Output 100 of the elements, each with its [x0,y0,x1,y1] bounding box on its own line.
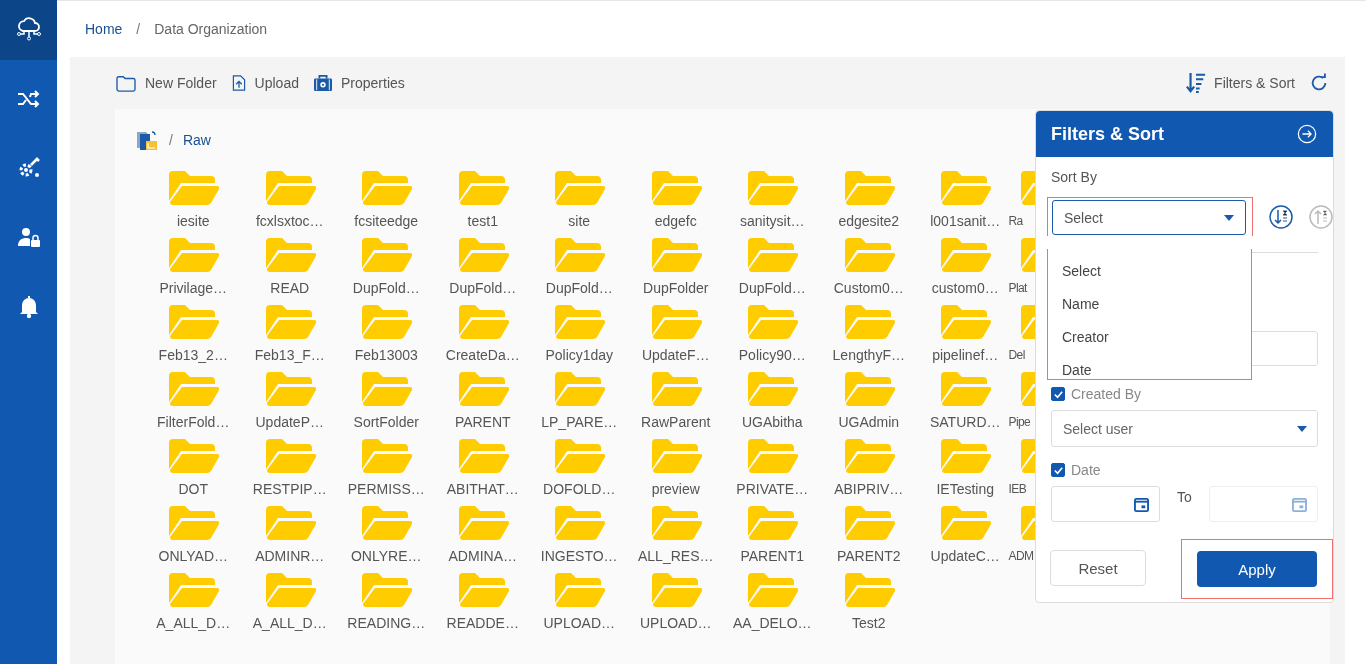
folder-name[interactable]: UPLOAD… [639,615,712,631]
folder-name[interactable]: READDE… [446,615,519,631]
folder-name[interactable]: Test2 [852,615,886,631]
folder-name[interactable]: Feb13_2… [158,347,228,363]
breadcrumb-link[interactable]: Home [85,21,123,37]
collapse-panel-button[interactable] [1297,124,1317,144]
folder-name[interactable]: pipelinef… [932,347,999,363]
folder-name[interactable]: DOT [178,481,209,497]
folder-name[interactable]: Privilage… [159,280,228,296]
folder-name[interactable]: DupFold… [352,280,420,296]
folder-name[interactable]: ONLYRE… [350,548,422,564]
folder-icon [265,372,316,408]
folder-name[interactable]: edgesite2 [838,213,900,229]
dropdown-option[interactable]: Date [1048,354,1251,387]
folder-icon [941,506,992,542]
dropdown-option[interactable]: Select [1048,255,1251,288]
folder-name[interactable]: PARENT1 [740,548,804,564]
filters-sort-button[interactable]: Filters & Sort [1186,72,1295,94]
folder-name[interactable]: DupFold… [545,280,613,296]
folder-icon [651,171,702,207]
apply-button[interactable]: Apply [1197,551,1317,587]
folder-icon [265,171,316,207]
folder-icon [458,506,509,542]
folder-name[interactable]: preview [651,481,700,497]
folder-name[interactable]: UGAdmin [838,414,900,430]
checkbox[interactable] [1051,463,1065,477]
folder-name[interactable]: LP_PARE… [541,414,618,430]
folder-name[interactable]: ADMINA… [448,548,517,564]
folder-name[interactable]: ABIPRIV… [834,481,904,497]
folder-name[interactable]: ADM [1008,549,1034,563]
folder-name[interactable]: DupFolder [643,280,709,296]
folder-name[interactable]: Ra [1008,214,1023,228]
folder-icon [555,238,606,274]
user-select[interactable]: Select user [1051,410,1318,447]
folder-name[interactable]: site [568,213,591,229]
toolbar-button[interactable]: Upload [230,74,299,92]
folder-name[interactable]: UPLOAD… [543,615,616,631]
folder-icon [555,372,606,408]
folder-name[interactable]: Plat [1008,281,1027,295]
folder-name[interactable]: UGAbitha [741,414,803,430]
folder-name[interactable]: fcsiteedge [354,213,419,229]
folder-name[interactable]: RawParent [641,414,711,430]
folder-name[interactable]: FilterFold… [157,414,230,430]
folder-name[interactable]: iesite [176,213,210,229]
folder-name[interactable]: Feb13003 [354,347,418,363]
folder-name[interactable]: ADMINR… [255,548,325,564]
folder-name[interactable]: ALL_RES… [638,548,714,564]
sort-descending-button[interactable] [1269,204,1293,229]
folder-name[interactable]: A_ALL_D… [252,615,327,631]
folder-name[interactable]: UpdateF… [641,347,710,363]
date-from-field[interactable] [1051,486,1160,522]
folder-name[interactable]: DupFold… [449,280,517,296]
toolbar-button[interactable]: Properties [312,74,405,92]
dropdown-option[interactable]: Name [1048,288,1251,321]
folder-name[interactable]: Policy90… [738,347,806,363]
folder-name[interactable]: fcxlsxtoc… [255,213,324,229]
folder-name[interactable]: Del [1008,348,1025,362]
folder-name[interactable]: Pipe [1008,415,1031,429]
folder-name[interactable]: READ [270,280,310,296]
folder-name[interactable]: PRIVATE… [736,481,809,497]
folder-icon [844,171,895,207]
sort-by-select[interactable]: Select [1052,200,1246,235]
folder-name[interactable]: A_ALL_D… [156,615,231,631]
folder-icon [362,238,413,274]
folder-name[interactable]: UpdateC… [930,548,1000,564]
folder-name[interactable]: AA_DELO… [732,615,812,631]
folder-name[interactable]: custom0… [931,280,999,296]
folder-name[interactable]: ONLYAD… [158,548,228,564]
folder-name[interactable]: test1 [467,213,498,229]
folder-name[interactable]: ABITHAT… [446,481,519,497]
folder-name[interactable]: SortFolder [353,414,419,430]
folder-icon [169,238,220,274]
folder-name[interactable]: Custom0… [833,280,904,296]
reset-button[interactable]: Reset [1050,550,1146,586]
dropdown-option[interactable]: Creator [1048,321,1251,354]
refresh-button[interactable] [1309,73,1329,93]
folder-name[interactable]: DOFOLD… [543,481,616,497]
folder-name[interactable]: READING… [347,615,426,631]
sidebar-item[interactable] [0,0,57,60]
folder-name[interactable]: SATURD… [930,414,1001,430]
folder-name[interactable]: DupFold… [738,280,806,296]
folder-name[interactable]: l001sanit… [930,213,1001,229]
toolbar-button[interactable]: New Folder [115,74,217,92]
folder-name[interactable]: sanitysit… [739,213,805,229]
folder-name[interactable]: PERMISS… [347,481,425,497]
folder-name[interactable]: IETesting [936,481,995,497]
folder-name[interactable]: Feb13_F… [254,347,325,363]
folder-name[interactable]: PARENT [454,414,511,430]
folder-icon [265,238,316,274]
folder-name[interactable]: PARENT2 [836,548,901,564]
folder-name[interactable]: Policy1day [545,347,614,363]
folder-name[interactable]: INGESTO… [540,548,618,564]
folder-name[interactable]: CreateDa… [445,347,520,363]
checkbox[interactable] [1051,387,1065,401]
folder-name[interactable]: UpdateP… [255,414,324,430]
folder-name[interactable]: LengthyF… [832,347,905,363]
folder-name[interactable]: IEB [1008,482,1027,496]
folder-name[interactable]: RESTPIP… [252,481,327,497]
folder-name[interactable]: edgefc [654,213,697,229]
path-link[interactable]: Raw [182,132,211,148]
